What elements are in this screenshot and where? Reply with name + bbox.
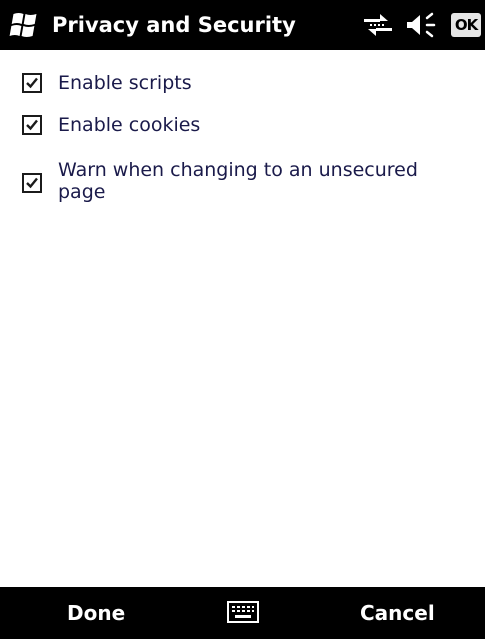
cancel-button[interactable]: Cancel: [360, 587, 435, 639]
menu-bar: Done Cancel: [0, 587, 485, 639]
warn-unsecured-label: Warn when changing to an unsecured page: [58, 159, 418, 203]
checkmark-icon: [26, 77, 38, 89]
enable-cookies-checkbox[interactable]: [22, 115, 42, 135]
page-title: Privacy and Security: [52, 13, 296, 37]
checkmark-icon: [26, 177, 38, 189]
option-warn-unsecured[interactable]: Warn when changing to an unsecured page: [22, 159, 462, 209]
enable-scripts-label: Enable scripts: [58, 72, 192, 94]
ok-button[interactable]: OK: [451, 13, 481, 37]
warn-unsecured-checkbox[interactable]: [22, 173, 42, 193]
windows-start-icon[interactable]: [8, 11, 38, 39]
done-button[interactable]: Done: [67, 587, 125, 639]
keyboard-icon[interactable]: [227, 601, 259, 623]
option-enable-scripts[interactable]: Enable scripts: [22, 72, 462, 96]
title-bar: Privacy and Security OK: [0, 0, 485, 50]
enable-scripts-checkbox[interactable]: [22, 73, 42, 93]
connectivity-icon[interactable]: [362, 12, 394, 38]
settings-content: Enable scripts Enable cookies Warn when …: [0, 50, 485, 587]
enable-cookies-label: Enable cookies: [58, 114, 201, 136]
volume-icon[interactable]: [405, 12, 439, 38]
option-enable-cookies[interactable]: Enable cookies: [22, 114, 462, 138]
checkmark-icon: [26, 119, 38, 131]
